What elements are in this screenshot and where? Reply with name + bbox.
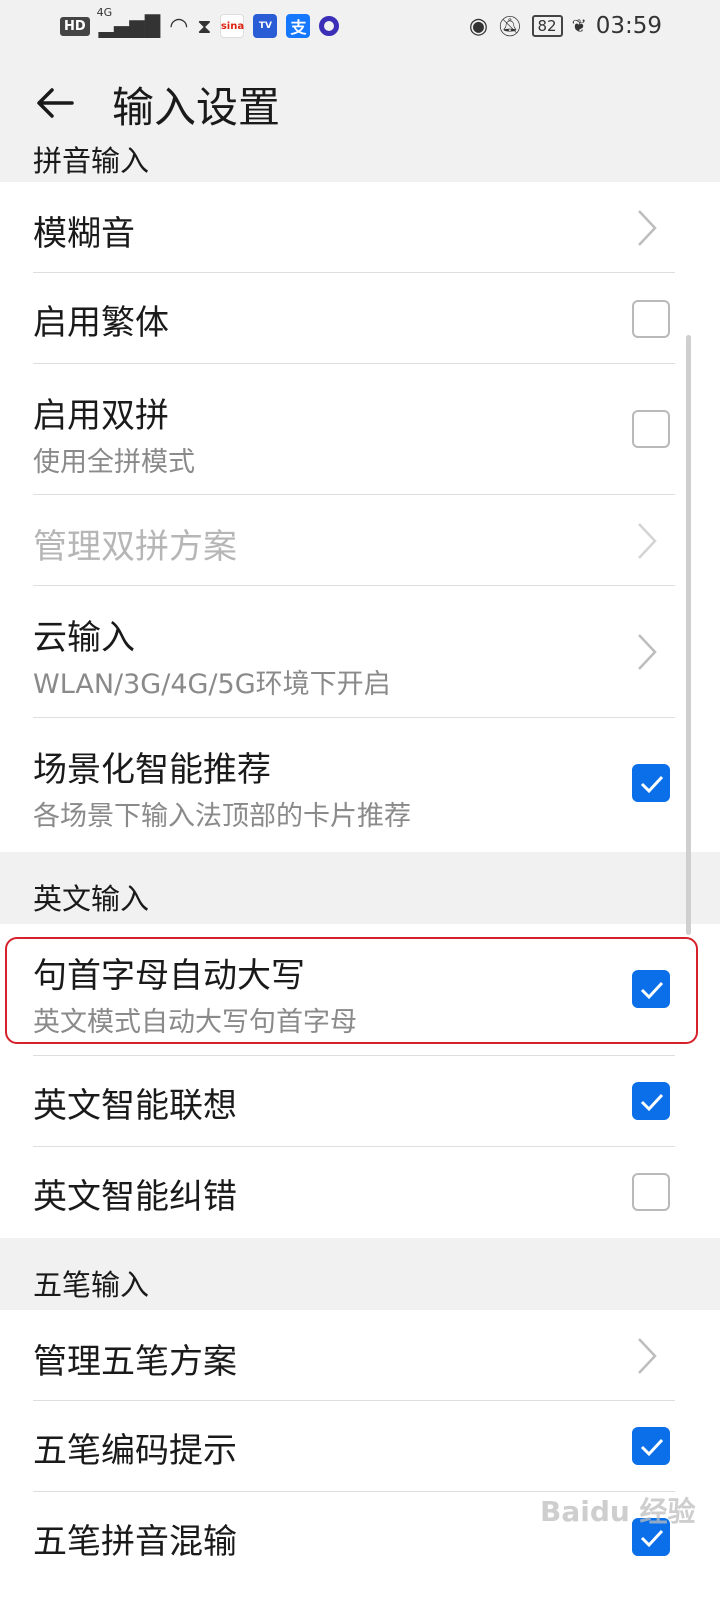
row-title: 启用双拼	[33, 396, 169, 436]
check-icon	[640, 775, 664, 794]
alipay-icon: 支	[286, 14, 311, 38]
row-title: 启用繁体	[33, 303, 169, 343]
english-predict-checkbox[interactable]	[632, 1082, 670, 1120]
row-manage-wubi[interactable]: 管理五笔方案	[0, 1310, 720, 1401]
battery-indicator: 82	[531, 15, 563, 37]
row-title: 英文智能纠错	[33, 1177, 237, 1217]
app-header: 输入设置	[0, 52, 720, 152]
wifi-icon: ◠	[169, 13, 189, 39]
leaf-icon: ❦	[571, 15, 587, 37]
row-traditional[interactable]: 启用繁体	[0, 273, 720, 364]
check-icon	[640, 1529, 664, 1548]
scene-recommend-checkbox[interactable]	[632, 764, 670, 802]
status-bar: HD 4G ▂▄▆█ ◠ ⧗ sina TV 支 ◉ 🔕︎ 82 ❦ 03:59	[0, 0, 720, 52]
row-title: 五笔编码提示	[33, 1431, 237, 1471]
section-label-english: 英文输入	[33, 882, 150, 916]
row-title: 英文智能联想	[33, 1086, 237, 1126]
back-arrow-icon[interactable]	[32, 80, 78, 126]
row-subtitle: 使用全拼模式	[33, 447, 195, 478]
chevron-right-icon	[638, 1338, 657, 1374]
wubi-hint-checkbox[interactable]	[632, 1427, 670, 1465]
watermark-logo: Baidu 经验	[540, 1495, 696, 1528]
traditional-checkbox[interactable]	[632, 300, 670, 338]
row-title: 模糊音	[33, 214, 135, 254]
section-label-wubi: 五笔输入	[33, 1268, 150, 1302]
eye-icon: ◉	[468, 13, 489, 39]
row-wubi-hint[interactable]: 五笔编码提示	[0, 1401, 720, 1492]
page-title: 输入设置	[112, 83, 281, 132]
annotation-highlight-box	[5, 937, 698, 1044]
hourglass-icon: ⧗	[197, 14, 212, 38]
wubi-settings-card: 管理五笔方案 五笔编码提示 五笔拼音混输	[0, 1310, 720, 1600]
network-type: 4G	[96, 6, 113, 19]
status-left: HD 4G ▂▄▆█ ◠ ⧗ sina TV 支	[60, 6, 340, 39]
scrollbar[interactable]	[686, 335, 691, 935]
pinyin-settings-card: 模糊音 启用繁体 启用双拼 使用全拼模式 管理双拼方案 云输入 WLAN/3G/…	[0, 182, 720, 852]
row-cloud-input[interactable]: 云输入 WLAN/3G/4G/5G环境下开启	[0, 586, 720, 718]
row-title: 管理五笔方案	[33, 1342, 237, 1382]
hd-badge: HD	[60, 16, 90, 36]
clock: 03:59	[595, 13, 662, 39]
row-english-correction[interactable]: 英文智能纠错	[0, 1147, 720, 1238]
check-icon	[640, 1093, 664, 1112]
chevron-right-icon	[638, 634, 657, 670]
double-pinyin-checkbox[interactable]	[632, 410, 670, 448]
section-label-pinyin: 拼音输入	[33, 144, 150, 178]
bell-off-icon: 🔕︎	[497, 14, 523, 38]
row-scene-recommend[interactable]: 场景化智能推荐 各场景下输入法顶部的卡片推荐	[0, 718, 720, 852]
tv-app-icon: TV	[253, 14, 278, 38]
row-subtitle: WLAN/3G/4G/5G环境下开启	[33, 669, 391, 700]
status-right: ◉ 🔕︎ 82 ❦ 03:59	[469, 13, 662, 39]
row-english-predict[interactable]: 英文智能联想	[0, 1056, 720, 1147]
row-fuzzy-sound[interactable]: 模糊音	[0, 182, 720, 273]
row-title: 云输入	[33, 618, 135, 658]
row-title: 管理双拼方案	[33, 527, 237, 567]
circle-app-icon	[319, 16, 340, 36]
chevron-right-icon	[638, 523, 657, 559]
signal-icon: 4G ▂▄▆█	[96, 6, 161, 38]
row-subtitle: 各场景下输入法顶部的卡片推荐	[33, 801, 411, 832]
row-manage-double-pinyin: 管理双拼方案	[0, 495, 720, 586]
row-double-pinyin[interactable]: 启用双拼 使用全拼模式	[0, 364, 720, 495]
english-correction-checkbox[interactable]	[632, 1173, 670, 1211]
chevron-right-icon	[638, 210, 657, 246]
row-title: 场景化智能推荐	[33, 750, 271, 790]
row-title: 五笔拼音混输	[33, 1522, 237, 1562]
check-icon	[640, 1438, 664, 1457]
sina-icon: sina	[220, 14, 245, 38]
